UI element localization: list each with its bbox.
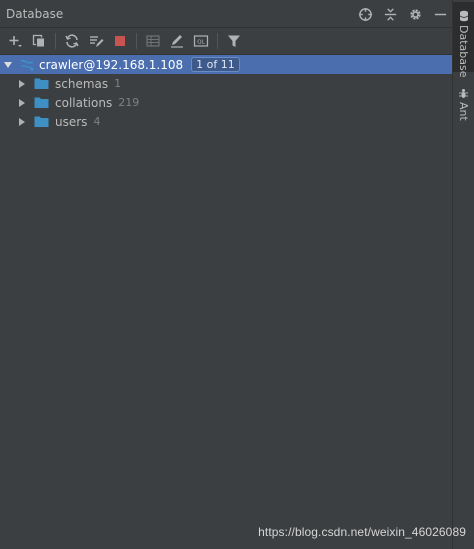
tree-node-count: 4 — [93, 115, 101, 128]
tree-node-schemas[interactable]: schemas 1 — [0, 74, 456, 93]
folder-icon — [34, 96, 49, 109]
stop-icon[interactable] — [109, 30, 131, 52]
expand-arrow-icon[interactable] — [16, 97, 28, 109]
folder-icon — [34, 115, 49, 128]
pencil-icon[interactable] — [166, 30, 188, 52]
ant-tool-tab[interactable]: Ant — [453, 86, 474, 126]
tree-node-count: 1 — [114, 77, 122, 90]
database-tree: crawler@192.168.1.108 1 of 11 schemas 1 … — [0, 54, 456, 549]
tree-node-users[interactable]: users 4 — [0, 112, 456, 131]
database-tool-tab[interactable]: Database — [453, 2, 474, 78]
database-icon — [459, 10, 469, 22]
filter-icon[interactable] — [223, 30, 245, 52]
add-icon[interactable] — [4, 30, 26, 52]
tree-node-label: users — [55, 114, 88, 129]
connection-count-badge: 1 of 11 — [191, 57, 240, 72]
tree-node-label: collations — [55, 95, 113, 110]
table-icon[interactable] — [142, 30, 164, 52]
toolbar-separator — [136, 33, 137, 49]
database-connection-icon — [19, 57, 35, 73]
ant-tab-label: Ant — [457, 102, 470, 121]
folder-icon — [34, 77, 49, 90]
expand-arrow-icon[interactable] — [16, 78, 28, 90]
database-tab-label: Database — [457, 25, 470, 78]
collapse-icon[interactable] — [382, 6, 398, 22]
tree-node-count: 219 — [118, 96, 140, 109]
console-icon[interactable]: QL — [190, 30, 212, 52]
svg-text:QL: QL — [197, 40, 205, 46]
database-toolbar: QL — [0, 29, 452, 53]
gear-icon[interactable] — [407, 6, 423, 22]
connection-name: crawler@192.168.1.108 — [39, 57, 184, 72]
expand-arrow-icon[interactable] — [16, 116, 28, 128]
tool-window-title: Database — [6, 6, 64, 21]
copy-icon[interactable] — [28, 30, 50, 52]
toolbar-separator — [217, 33, 218, 49]
toolbar-separator — [55, 33, 56, 49]
watermark-text: https://blog.csdn.net/weixin_46026089 — [258, 525, 466, 539]
refresh-icon[interactable] — [61, 30, 83, 52]
expand-arrow-icon[interactable] — [2, 59, 14, 71]
crosshair-icon[interactable] — [357, 6, 373, 22]
tree-node-collations[interactable]: collations 219 — [0, 93, 456, 112]
right-tool-window-strip: Database Ant — [452, 0, 474, 549]
ant-icon — [458, 88, 469, 99]
tool-window-header: Database — [0, 0, 452, 28]
tree-node-connection[interactable]: crawler@192.168.1.108 1 of 11 — [0, 55, 456, 74]
minimize-icon[interactable] — [432, 6, 448, 22]
tree-node-label: schemas — [55, 76, 109, 91]
edit-schema-icon[interactable] — [85, 30, 107, 52]
